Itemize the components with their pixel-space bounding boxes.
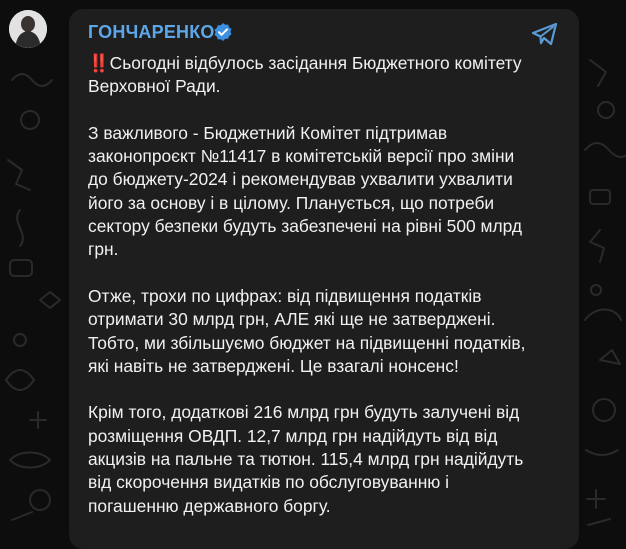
message-paragraph: ‼️ Сьогодні відбулось засідання Бюджетног… — [88, 52, 568, 99]
telegram-share-icon[interactable] — [531, 20, 559, 48]
message-line: до бюджету-2024 і рекомендував ухвалити … — [88, 169, 513, 190]
message-line: Крім того, додаткові 216 млрд грн будуть… — [88, 402, 520, 423]
message-line: З важливого - Бюджетний Комітет підтрима… — [88, 122, 448, 143]
message-line: ‼️ Сьогодні відбулось засідання Бюджетног… — [88, 53, 522, 73]
message-paragraph: З важливого - Бюджетний Комітет підтрима… — [88, 122, 568, 262]
message-line: акцизів на пальне та тютюн. 115,4 млрд г… — [88, 449, 524, 470]
message-line: сектору безпеки будуть забезпечені на рі… — [88, 216, 523, 237]
message-line: розміщення ОВДП. 12,7 млрд грн надійдуть… — [88, 425, 498, 446]
message-paragraph: Отже, трохи по цифрах: від підвищення по… — [88, 285, 568, 378]
message-line: його за основу і в цілому. Планується, щ… — [88, 192, 495, 213]
message-paragraph: Крім того, додаткові 216 млрд грн будуть… — [88, 401, 568, 517]
message-line: Тобто, ми збільшуємо бюджет на підвищенн… — [88, 332, 526, 353]
message-line: законопроєкт №11417 в комітетській версі… — [88, 146, 515, 167]
message-text: ‼️ Сьогодні відбулось засідання Бюджетног… — [88, 52, 568, 541]
message-line: погашенню державного боргу. — [88, 495, 331, 516]
message-line: від скорочення видатків по обслуговуванн… — [88, 472, 450, 493]
channel-avatar[interactable] — [9, 10, 47, 48]
double-exclamation-icon: ‼️ — [88, 53, 110, 73]
channel-name[interactable]: ГОНЧАРЕНКО — [88, 21, 215, 43]
message-line: Отже, трохи по цифрах: від підвищення по… — [88, 285, 482, 306]
message-line: грн. — [88, 239, 119, 260]
message-line: які навіть не затверджені. Це взагалі но… — [88, 355, 459, 376]
verified-check-icon — [214, 23, 232, 41]
message-line: Верховної Ради. — [88, 76, 221, 97]
message-line: отримати 30 млрд грн, АЛЕ які ще не затв… — [88, 309, 496, 330]
